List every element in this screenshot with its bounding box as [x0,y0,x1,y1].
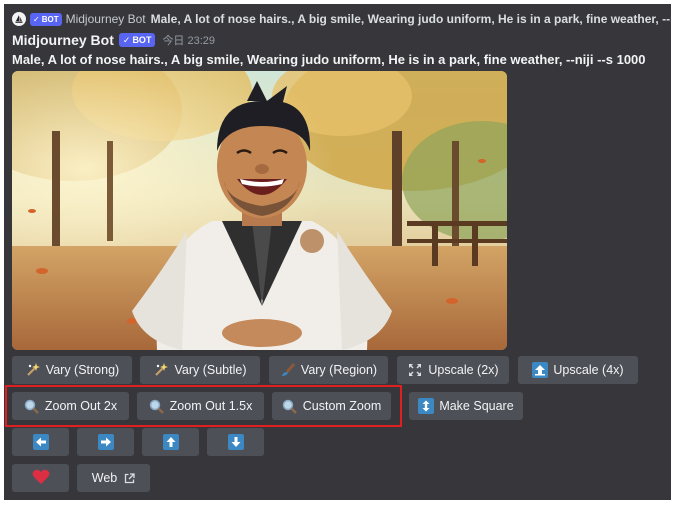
pan-left-button[interactable] [12,428,69,456]
left-arrow-icon [32,434,49,450]
sparkles-icon [153,362,169,378]
paintbrush-icon [280,362,296,378]
author-name[interactable]: Midjourney Bot [12,32,114,48]
external-link-icon [125,472,135,483]
reply-reference[interactable]: ✓ BOT Midjourney Bot Male, A lot of nose … [12,10,671,28]
vary-subtle-button[interactable]: Vary (Subtle) [140,356,260,384]
up-down-arrow-icon [418,398,435,414]
down-arrow-icon [227,434,244,450]
pan-right-button[interactable] [77,428,134,456]
web-link-button[interactable]: Web [77,464,150,492]
generated-image[interactable] [12,71,507,350]
upscale-2x-button[interactable]: Upscale (2x) [397,356,509,384]
pan-down-button[interactable] [207,428,264,456]
message-header: Midjourney Bot ✓ BOT 今日 23:29 [12,32,215,48]
bot-badge: ✓ BOT [118,33,156,47]
heart-icon [32,469,50,488]
up-arrow-icon [162,434,179,450]
chat-message-area: ✓ BOT Midjourney Bot Male, A lot of nose … [4,4,671,500]
up-arrow-box-icon [532,362,549,378]
vary-strong-button[interactable]: Vary (Strong) [12,356,132,384]
timestamp: 今日 23:29 [162,35,216,47]
sparkles-icon [25,362,41,378]
vary-region-button[interactable]: Vary (Region) [269,356,388,384]
right-arrow-icon [97,434,114,450]
reply-text[interactable]: Male, A lot of nose hairs., A big smile,… [151,12,671,26]
check-icon: ✓ [33,14,40,24]
upscale-4x-button[interactable]: Upscale (4x) [518,356,638,384]
pan-up-button[interactable] [142,428,199,456]
reply-author[interactable]: Midjourney Bot [66,12,146,26]
favorite-button[interactable] [12,464,69,492]
expand-arrows-icon [407,362,423,378]
make-square-button[interactable]: Make Square [409,392,523,420]
check-icon: ✓ [122,34,131,45]
reply-avatar [12,12,26,26]
prompt-text: Male, A lot of nose hairs., A big smile,… [12,52,646,67]
bot-badge: ✓ BOT [30,12,62,26]
sailboat-icon [15,15,23,23]
zoom-buttons-highlight [5,385,402,427]
